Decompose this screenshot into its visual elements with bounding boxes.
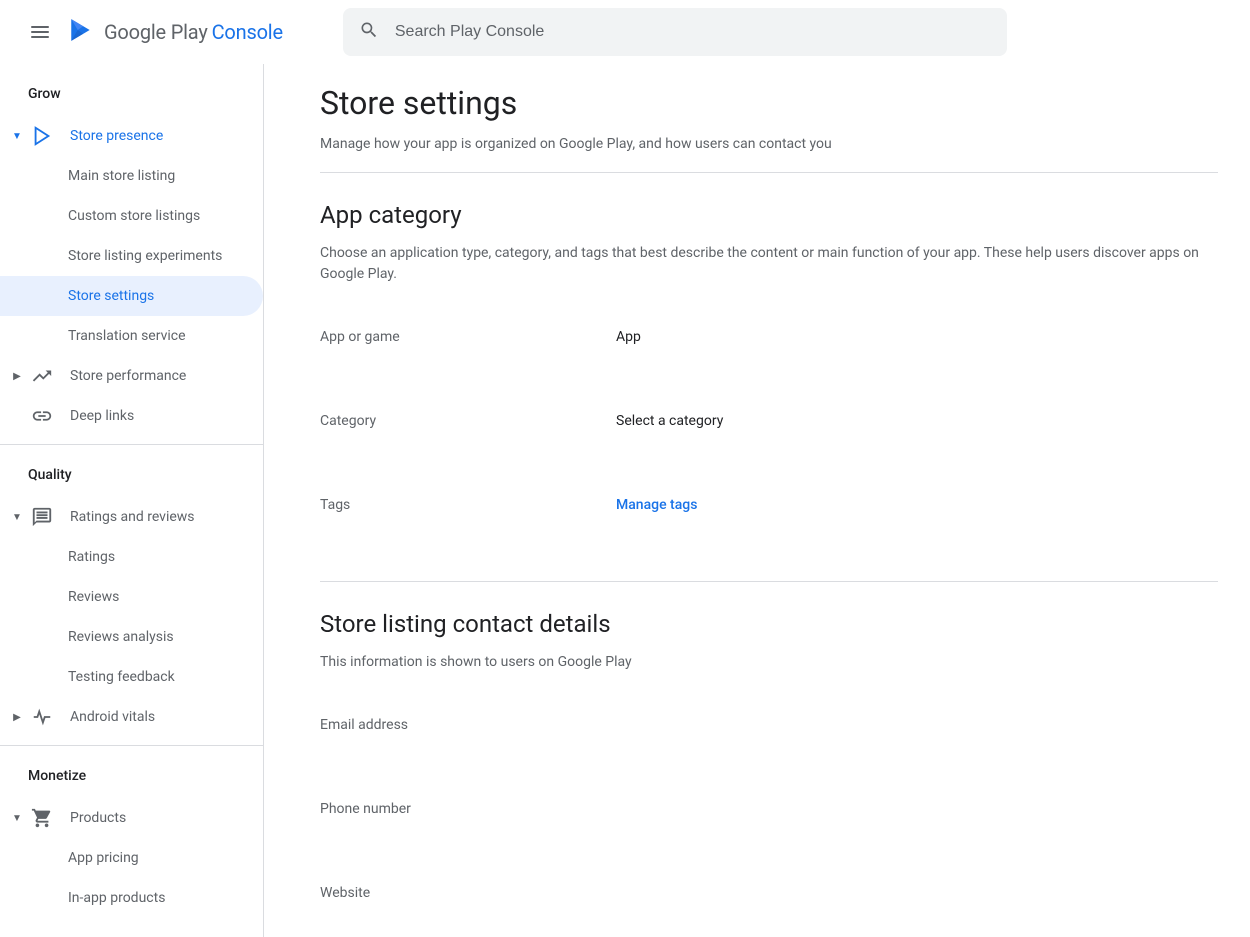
chevron-down-icon: ▼ bbox=[8, 813, 26, 824]
section-header-grow: Grow bbox=[0, 72, 263, 116]
form-row-email: Email address bbox=[320, 717, 1218, 733]
play-icon bbox=[30, 124, 54, 148]
section-title-app-category: App category bbox=[320, 201, 1218, 229]
form-label: Phone number bbox=[320, 801, 616, 817]
comment-icon bbox=[30, 505, 54, 529]
form-row-app-or-game: App or game App bbox=[320, 329, 1218, 345]
sidebar-item-label: Reviews bbox=[68, 589, 119, 605]
sidebar-item-label: Main store listing bbox=[68, 168, 175, 184]
link-icon bbox=[30, 404, 54, 428]
divider bbox=[0, 444, 263, 445]
sidebar-item-label: Deep links bbox=[70, 408, 134, 424]
trending-icon bbox=[30, 364, 54, 388]
section-desc: Choose an application type, category, an… bbox=[320, 243, 1218, 285]
logo[interactable]: Google PlayConsole bbox=[68, 17, 283, 47]
divider bbox=[0, 745, 263, 746]
sidebar-item-label: Store settings bbox=[68, 288, 154, 304]
form-row-website: Website bbox=[320, 885, 1218, 901]
sidebar-item-store-listing-experiments[interactable]: Store listing experiments bbox=[0, 236, 263, 276]
menu-button[interactable] bbox=[16, 8, 64, 56]
sidebar-item-android-vitals[interactable]: ▶ Android vitals bbox=[0, 697, 263, 737]
form-label: Tags bbox=[320, 497, 616, 513]
chevron-down-icon: ▼ bbox=[8, 512, 26, 523]
section-title-contact: Store listing contact details bbox=[320, 610, 1218, 638]
sidebar-item-reviews[interactable]: Reviews bbox=[0, 577, 263, 617]
sidebar-item-label: Custom store listings bbox=[68, 208, 200, 224]
sidebar-item-ratings-and-reviews[interactable]: ▼ Ratings and reviews bbox=[0, 497, 263, 537]
form-label: App or game bbox=[320, 329, 616, 345]
sidebar-item-store-presence[interactable]: ▼ Store presence bbox=[0, 116, 263, 156]
page-subtitle: Manage how your app is organized on Goog… bbox=[320, 136, 1218, 152]
search-icon bbox=[359, 20, 379, 44]
manage-tags-link[interactable]: Manage tags bbox=[616, 497, 697, 513]
sidebar-item-translation-service[interactable]: Translation service bbox=[0, 316, 263, 356]
form-value[interactable]: App bbox=[616, 329, 641, 345]
main-content: Store settings Manage how your app is or… bbox=[264, 64, 1250, 937]
form-label: Category bbox=[320, 413, 616, 429]
sidebar-item-deep-links[interactable]: Deep links bbox=[0, 396, 263, 436]
form-value[interactable]: Select a category bbox=[616, 413, 723, 429]
sidebar-item-in-app-products[interactable]: In-app products bbox=[0, 878, 263, 918]
form-row-tags: Tags Manage tags bbox=[320, 497, 1218, 513]
form-label: Website bbox=[320, 885, 616, 901]
sidebar-item-label: Ratings bbox=[68, 549, 115, 565]
vitals-icon bbox=[30, 705, 54, 729]
sidebar-item-label: App pricing bbox=[68, 850, 139, 866]
section-desc: This information is shown to users on Go… bbox=[320, 652, 1218, 673]
sidebar-item-label: In-app products bbox=[68, 890, 165, 906]
sidebar-item-app-pricing[interactable]: App pricing bbox=[0, 838, 263, 878]
section-header-monetize: Monetize bbox=[0, 754, 263, 798]
sidebar-item-ratings[interactable]: Ratings bbox=[0, 537, 263, 577]
section-header-quality: Quality bbox=[0, 453, 263, 497]
sidebar-item-label: Testing feedback bbox=[68, 669, 175, 685]
form-row-category: Category Select a category bbox=[320, 413, 1218, 429]
logo-text: Google PlayConsole bbox=[104, 20, 283, 44]
cart-icon bbox=[30, 806, 54, 830]
chevron-right-icon: ▶ bbox=[8, 712, 26, 723]
sidebar-item-label: Store performance bbox=[70, 368, 186, 384]
sidebar-item-label: Translation service bbox=[68, 328, 186, 344]
page-title: Store settings bbox=[320, 84, 1218, 122]
divider bbox=[320, 581, 1218, 582]
chevron-down-icon: ▼ bbox=[8, 131, 26, 142]
search-bar[interactable] bbox=[343, 8, 1007, 56]
sidebar-item-label: Reviews analysis bbox=[68, 629, 174, 645]
search-input[interactable] bbox=[395, 23, 991, 41]
divider bbox=[320, 172, 1218, 173]
sidebar-item-testing-feedback[interactable]: Testing feedback bbox=[0, 657, 263, 697]
hamburger-icon bbox=[31, 26, 49, 38]
header: Google PlayConsole bbox=[0, 0, 1250, 64]
sidebar-item-label: Store presence bbox=[70, 128, 163, 144]
sidebar-item-products[interactable]: ▼ Products bbox=[0, 798, 263, 838]
sidebar-item-label: Ratings and reviews bbox=[70, 509, 195, 525]
chevron-right-icon: ▶ bbox=[8, 371, 26, 382]
sidebar-item-custom-store-listings[interactable]: Custom store listings bbox=[0, 196, 263, 236]
sidebar-item-label: Store listing experiments bbox=[68, 248, 222, 264]
sidebar-item-store-settings[interactable]: Store settings bbox=[0, 276, 263, 316]
sidebar-item-label: Products bbox=[70, 810, 126, 826]
sidebar-item-main-store-listing[interactable]: Main store listing bbox=[0, 156, 263, 196]
play-logo-icon bbox=[68, 17, 94, 47]
sidebar: Grow ▼ Store presence Main store listing… bbox=[0, 64, 264, 937]
sidebar-item-reviews-analysis[interactable]: Reviews analysis bbox=[0, 617, 263, 657]
form-label: Email address bbox=[320, 717, 616, 733]
form-row-phone: Phone number bbox=[320, 801, 1218, 817]
sidebar-item-store-performance[interactable]: ▶ Store performance bbox=[0, 356, 263, 396]
sidebar-item-label: Android vitals bbox=[70, 709, 155, 725]
